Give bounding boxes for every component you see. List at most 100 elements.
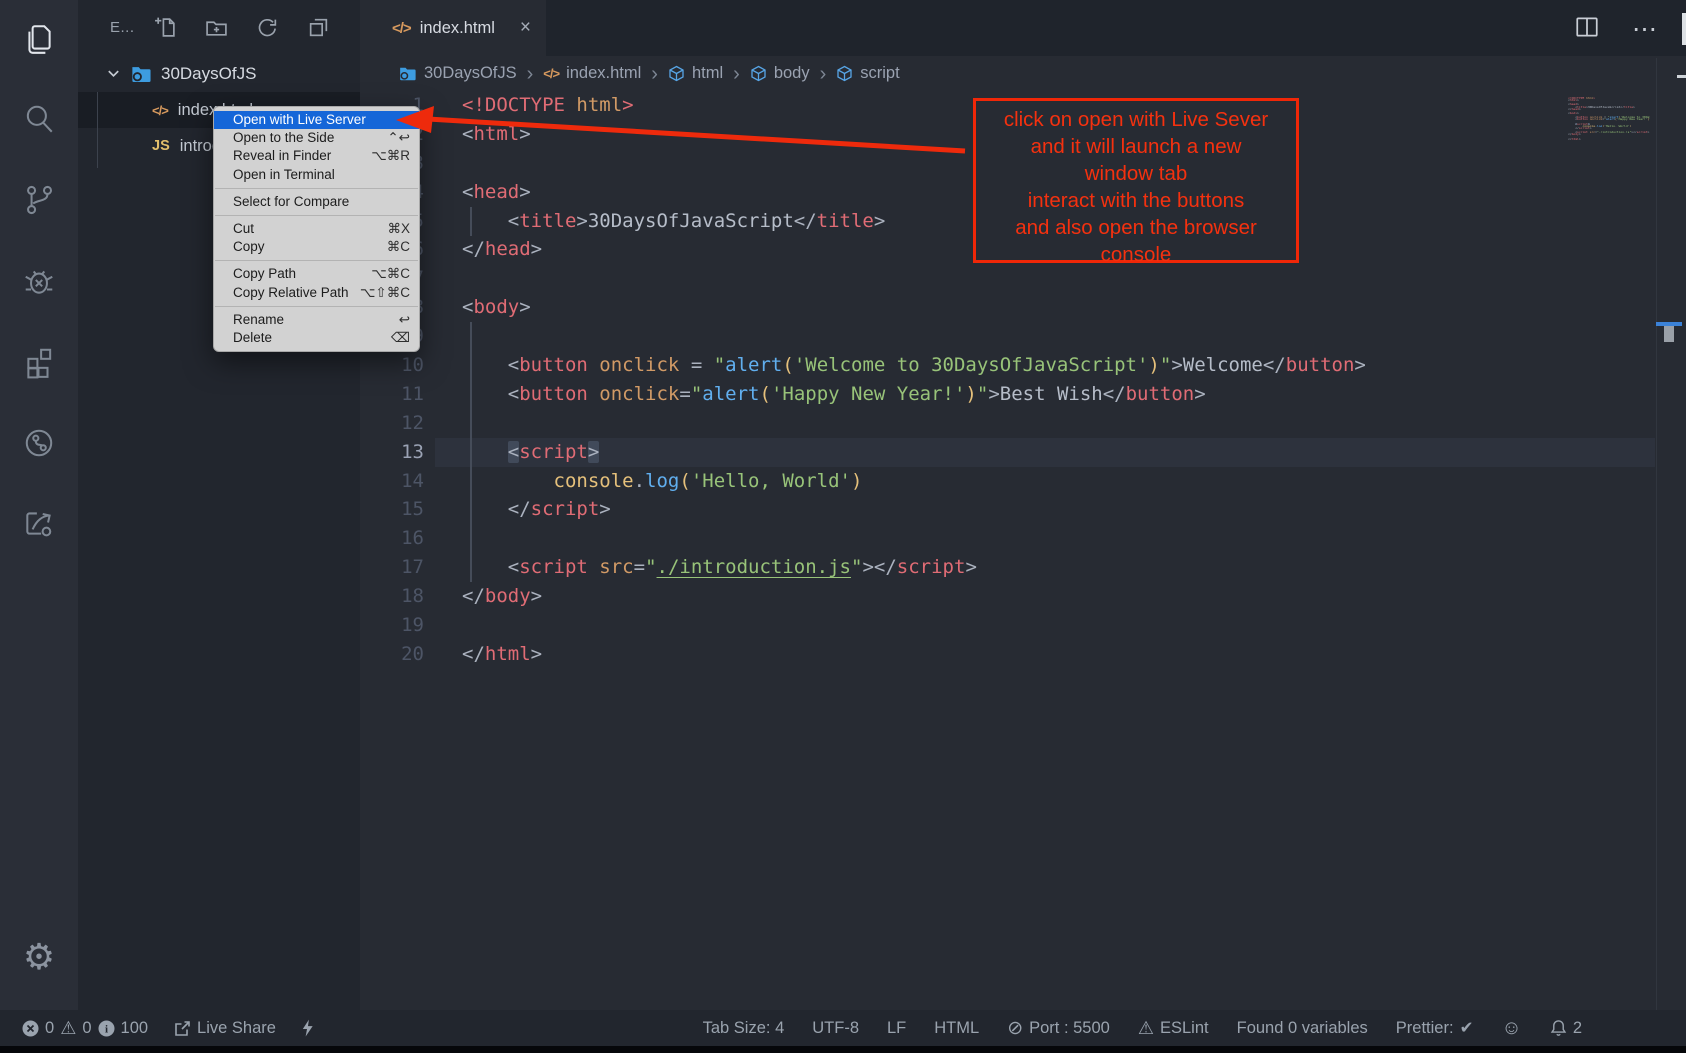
code-line-14[interactable]: 14 console.log('Hello, World')	[360, 467, 1686, 496]
menu-item-open-in-terminal[interactable]: Open in Terminal	[214, 166, 419, 184]
chevron-down-icon	[106, 66, 121, 81]
line-number[interactable]: 12	[360, 409, 424, 438]
new-folder-icon[interactable]	[204, 15, 229, 40]
code-line-9[interactable]: 9	[360, 322, 1686, 351]
code-line-19[interactable]: 19	[360, 611, 1686, 640]
eslint-indicator[interactable]: ⚠ ESLint	[1138, 1018, 1209, 1039]
menu-item-rename[interactable]: Rename↩	[214, 311, 419, 329]
breadcrumb: 30DaysOfJS › </> index.html › html › bod…	[360, 56, 1686, 91]
explorer-icon[interactable]	[20, 20, 58, 58]
problems-indicator[interactable]: 0 ⚠ 0 i 100	[22, 1018, 148, 1039]
menu-item-label: Copy Relative Path	[233, 284, 349, 302]
git-graph-icon[interactable]	[20, 424, 58, 462]
code-line-10[interactable]: 10 <button onclick = "alert('Welcome to …	[360, 351, 1686, 380]
menu-item-cut[interactable]: Cut⌘X	[214, 220, 419, 238]
search-icon[interactable]	[20, 100, 58, 138]
info-count: 100	[121, 1019, 149, 1038]
menu-item-reveal-in-finder[interactable]: Reveal in Finder⌥⌘R	[214, 147, 419, 165]
code-line-text	[424, 611, 462, 640]
folder-icon	[130, 64, 152, 84]
breadcrumb-html[interactable]: html	[668, 64, 723, 83]
language-indicator[interactable]: HTML	[934, 1019, 979, 1038]
tab-index-html[interactable]: </> index.html ×	[360, 0, 546, 56]
notifications-bell[interactable]: 2	[1550, 1019, 1582, 1038]
code-line-12[interactable]: 12	[360, 409, 1686, 438]
minimap-line: <button onclick="alert('Happy New Year!'…	[1568, 118, 1650, 120]
menu-item-copy-relative-path[interactable]: Copy Relative Path⌥⇧⌘C	[214, 284, 419, 302]
tree-root-30daysofjs[interactable]: 30DaysOfJS	[78, 55, 360, 92]
close-tab-icon[interactable]: ×	[520, 17, 531, 39]
window-edge-artifact	[1682, 13, 1686, 45]
source-control-icon[interactable]	[20, 181, 58, 219]
collapse-folders-icon[interactable]	[306, 15, 331, 40]
breadcrumb-folder[interactable]: 30DaysOfJS	[398, 64, 517, 83]
split-editor-icon[interactable]	[1574, 14, 1600, 45]
line-number[interactable]: 15	[360, 495, 424, 524]
symbol-cube-icon	[750, 65, 767, 82]
js-file-icon: JS	[152, 138, 170, 154]
minimap-line: </html>	[1568, 138, 1650, 140]
menu-item-copy-path[interactable]: Copy Path⌥⌘C	[214, 265, 419, 283]
line-number[interactable]: 16	[360, 524, 424, 553]
code-line-17[interactable]: 17 <script src="./introduction.js"></scr…	[360, 553, 1686, 582]
html-file-icon: </>	[392, 20, 411, 37]
prettier-indicator[interactable]: Prettier: ✔	[1396, 1018, 1474, 1038]
minimap[interactable]: <!DOCTYPE html><html><head> <title>30Day…	[1568, 97, 1650, 140]
line-number[interactable]: 17	[360, 553, 424, 582]
tab-label: index.html	[420, 19, 495, 38]
menu-item-copy[interactable]: Copy⌘C	[214, 238, 419, 256]
variables-indicator[interactable]: Found 0 variables	[1237, 1019, 1368, 1038]
indent-guide	[470, 207, 472, 236]
menu-item-label: Delete	[233, 329, 272, 347]
code-line-18[interactable]: 18</body>	[360, 582, 1686, 611]
menu-item-shortcut: ⌃↩	[387, 129, 410, 147]
menu-item-label: Rename	[233, 311, 284, 329]
code-line-20[interactable]: 20</html>	[360, 640, 1686, 669]
settings-gear-icon[interactable]: ⚙	[20, 938, 58, 976]
run-debug-icon[interactable]	[20, 262, 58, 300]
code-line-8[interactable]: 8<body>	[360, 293, 1686, 322]
scrollbar-thumb[interactable]	[1664, 326, 1674, 342]
new-file-icon[interactable]	[153, 15, 178, 40]
code-line-text: </head>	[424, 235, 542, 264]
symbol-cube-icon	[836, 65, 853, 82]
menu-item-label: Open in Terminal	[233, 166, 335, 184]
menu-item-select-for-compare[interactable]: Select for Compare	[214, 193, 419, 211]
code-line-13[interactable]: 13 <script>	[360, 438, 1686, 467]
live-share-button[interactable]: Live Share	[174, 1019, 276, 1038]
line-number[interactable]: 11	[360, 380, 424, 409]
feedback-smiley-icon[interactable]: ☺	[1501, 1017, 1521, 1040]
menu-item-label: Open to the Side	[233, 129, 334, 147]
menu-item-open-with-live-server[interactable]: Open with Live Server	[214, 111, 419, 129]
notification-count: 2	[1573, 1019, 1582, 1038]
extensions-icon[interactable]	[20, 343, 58, 381]
code-line-text: <script src="./introduction.js"></script…	[424, 553, 977, 582]
line-number[interactable]: 20	[360, 640, 424, 669]
line-number[interactable]: 13	[360, 438, 424, 467]
breadcrumb-body[interactable]: body	[750, 64, 810, 83]
port-indicator[interactable]: ⊘ Port : 5500	[1007, 1017, 1110, 1040]
code-line-15[interactable]: 15 </script>	[360, 495, 1686, 524]
breadcrumb-separator: ›	[818, 66, 829, 82]
code-line-7[interactable]: 7	[360, 264, 1686, 293]
live-share-icon[interactable]	[20, 504, 58, 542]
line-number[interactable]: 18	[360, 582, 424, 611]
code-line-text: </script>	[424, 495, 611, 524]
line-number[interactable]: 10	[360, 351, 424, 380]
svg-text:i: i	[104, 1023, 107, 1035]
breadcrumb-file[interactable]: </> index.html	[543, 64, 641, 83]
more-actions-icon[interactable]: ⋯	[1632, 14, 1659, 44]
code-line-11[interactable]: 11 <button onclick="alert('Happy New Yea…	[360, 380, 1686, 409]
eol-indicator[interactable]: LF	[887, 1019, 906, 1038]
breadcrumb-script[interactable]: script	[836, 64, 899, 83]
menu-item-label: Select for Compare	[233, 193, 349, 211]
menu-item-delete[interactable]: Delete⌫	[214, 329, 419, 347]
menu-item-open-to-the-side[interactable]: Open to the Side ⌃↩	[214, 129, 419, 147]
line-number[interactable]: 14	[360, 467, 424, 496]
refresh-icon[interactable]	[255, 15, 280, 40]
tab-size-indicator[interactable]: Tab Size: 4	[703, 1019, 785, 1038]
lightning-button[interactable]	[300, 1018, 315, 1038]
encoding-indicator[interactable]: UTF-8	[812, 1019, 859, 1038]
line-number[interactable]: 19	[360, 611, 424, 640]
code-line-16[interactable]: 16	[360, 524, 1686, 553]
